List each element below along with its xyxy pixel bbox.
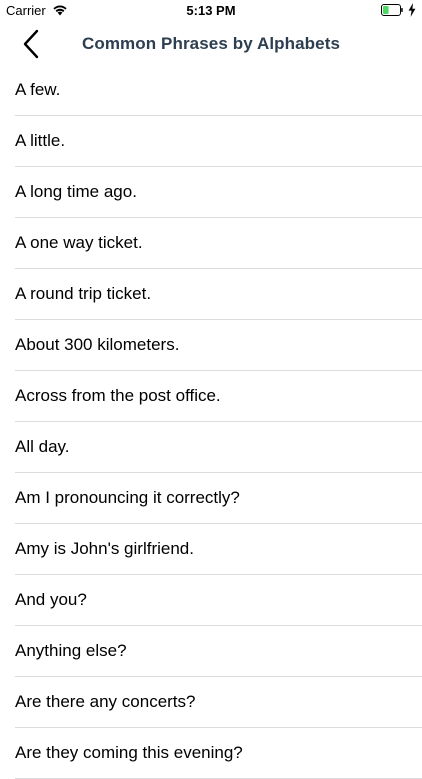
phrase-label: A few. (15, 80, 61, 99)
phrase-label: Amy is John's girlfriend. (15, 539, 194, 558)
phrase-row[interactable]: A little. (0, 116, 422, 167)
phrase-row[interactable]: And you? (0, 575, 422, 626)
bolt-icon (408, 3, 416, 17)
navigation-bar: Common Phrases by Alphabets (0, 22, 422, 66)
status-bar: Carrier 5:13 PM (0, 0, 422, 22)
phrase-row[interactable]: Am I pronouncing it correctly? (0, 473, 422, 524)
phrase-label: Am I pronouncing it correctly? (15, 488, 240, 507)
phrase-row[interactable]: Are there any concerts? (0, 677, 422, 728)
phrase-row[interactable]: A few. (0, 65, 422, 116)
phrase-row[interactable]: Are they coming this evening? (0, 728, 422, 779)
phrase-row[interactable]: About 300 kilometers. (0, 320, 422, 371)
battery-fill (383, 6, 389, 14)
phrase-label: All day. (15, 437, 70, 456)
phrase-list: A few. A little. A long time ago. A one way… (0, 65, 422, 779)
phrase-row[interactable]: Anything else? (0, 626, 422, 677)
battery-icon (381, 4, 403, 16)
phrase-row[interactable]: A long time ago. (0, 167, 422, 218)
phrase-label: Are there any concerts? (15, 692, 196, 711)
phrase-label: Are they coming this evening? (15, 743, 243, 762)
phrase-label: About 300 kilometers. (15, 335, 180, 354)
phrase-row[interactable]: A round trip ticket. (0, 269, 422, 320)
phrase-label: A long time ago. (15, 182, 137, 201)
phrase-label: A one way ticket. (15, 233, 143, 252)
phrase-row[interactable]: Across from the post office. (0, 371, 422, 422)
page-title: Common Phrases by Alphabets (81, 34, 341, 53)
phrase-row[interactable]: All day. (0, 422, 422, 473)
status-time: 5:13 PM (186, 3, 236, 18)
phrase-label: A little. (15, 131, 66, 150)
phrase-row[interactable]: Amy is John's girlfriend. (0, 524, 422, 575)
phrase-row[interactable]: A one way ticket. (0, 218, 422, 269)
phrase-label: A round trip ticket. (15, 284, 152, 303)
phrase-label: And you? (15, 590, 87, 609)
phrase-label: Across from the post office. (15, 386, 221, 405)
phrase-label: Anything else? (15, 641, 127, 660)
